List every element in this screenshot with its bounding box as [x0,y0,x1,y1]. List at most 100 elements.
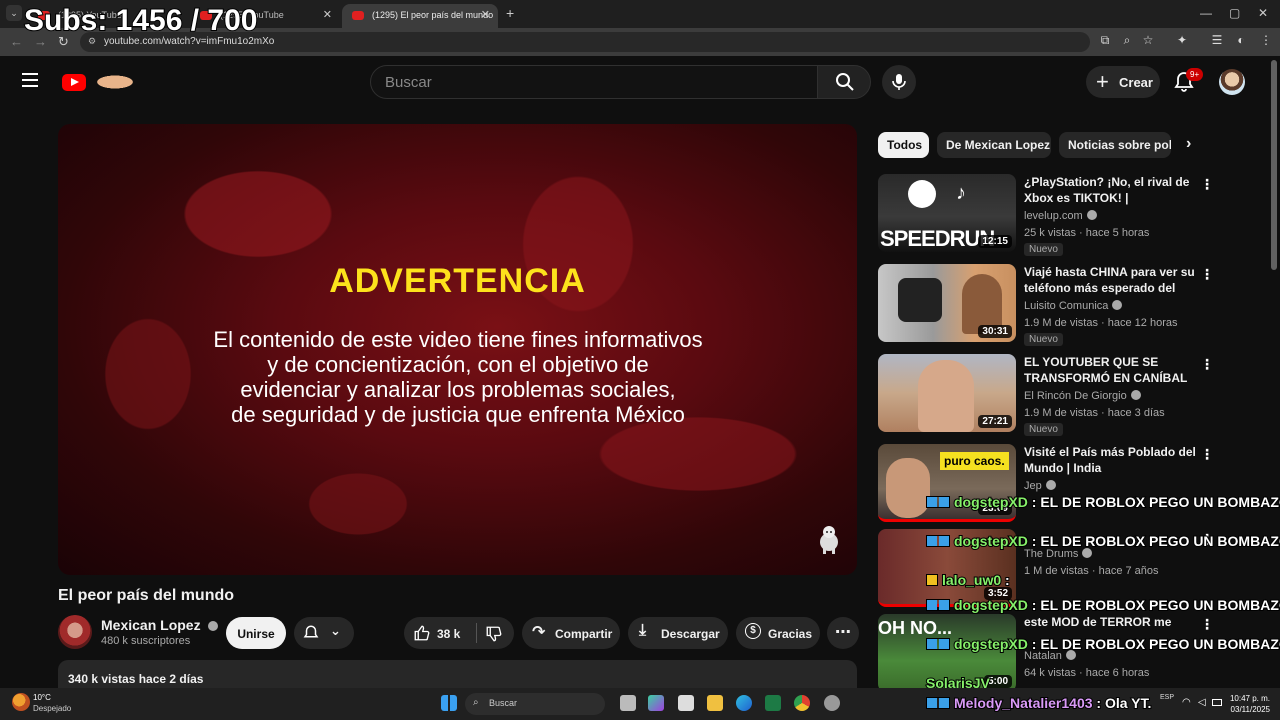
like-button[interactable]: 38 k [404,617,474,649]
chips-next-chevron-icon[interactable]: › [1186,135,1191,153]
video-title[interactable]: Viajé hasta CHINA para ver su teléfono m… [1024,264,1196,297]
youtube-logo[interactable] [62,72,140,92]
video-meta: 25 k vistas · hace 5 horas [1024,227,1150,239]
video-thumbnail[interactable]: 30:31 [878,264,1016,342]
chip-todos[interactable]: Todos [878,132,929,158]
verified-icon [1112,300,1123,310]
weather-icon[interactable] [12,693,30,711]
copilot-icon[interactable] [648,695,664,711]
video-menu-icon[interactable]: ⋮ [1200,266,1214,283]
video-title[interactable]: Visité el País más Poblado del Mundo | I… [1024,444,1196,476]
search-button[interactable] [817,65,871,99]
youtube-header: Buscar + Crear 9+ [0,56,1270,108]
wifi-icon[interactable]: ◠ [1182,697,1191,708]
subs-counter-overlay: Subs: 1456 / 700 [23,3,258,38]
cast-icon[interactable]: ⧉ [1097,33,1113,48]
chat-username: dogstepXD [953,635,1029,653]
clock-date: 03/11/2025 [1230,705,1270,714]
back-icon[interactable]: ← [10,34,23,49]
channel-name[interactable]: Luisito Comunica [1024,300,1123,312]
channel-name-text: The Drums [1024,548,1079,560]
store-icon[interactable] [678,695,694,711]
maximize-icon[interactable]: ▢ [1229,6,1240,20]
video-title[interactable]: EL YOUTUBER QUE SE TRANSFORMÓ EN CANÍBAL… [1024,354,1196,387]
microphone-icon [892,74,906,90]
channel-name[interactable]: Mexican Lopez [101,617,219,633]
chat-message: lalo_uw0 : [926,571,1011,589]
chat-username: Melody_Natalier1403 [953,694,1094,712]
search-input[interactable]: Buscar [370,65,818,99]
chip-news[interactable]: Noticias sobre poli [1059,132,1171,158]
dislike-button[interactable] [477,617,514,649]
new-badge: Nuevo [1024,333,1063,346]
input-language[interactable]: ESP [1160,694,1174,701]
chat-text: : EL DE ROBLOX PEGO UN BOMBAZO [1031,635,1280,653]
doodle-logo-icon [90,72,140,92]
subscribe-bell-dropdown[interactable]: ⌄ [294,617,354,649]
video-thumbnail[interactable]: ♪ SPEEDRUN 12:15 [878,174,1016,252]
video-player[interactable]: ADVERTENCIA El contenido de este video t… [58,124,857,575]
tab-active-video[interactable]: (1295) El peor país del mundo ✕ [342,4,498,28]
channel-name[interactable]: Jep [1024,480,1056,492]
taskbar-search[interactable]: ⌕ Buscar [465,693,605,715]
recommendation-card[interactable]: puro caos. 23:09 Visité el País más Pobl… [878,444,1218,526]
video-thumbnail[interactable]: puro caos. 23:09 [878,444,1016,522]
video-menu-icon[interactable]: ⋮ [1200,356,1214,373]
video-menu-icon[interactable]: ⋮ [1200,616,1214,633]
browser-menu-icon[interactable]: ⋮ [1258,33,1274,47]
warning-line: evidenciar y analizar los problemas soci… [240,377,676,402]
file-explorer-icon[interactable] [707,695,723,711]
page-scrollbar[interactable] [1271,60,1277,270]
thanks-button[interactable]: $ Gracias [736,617,820,649]
video-meta: 64 k vistas · hace 6 horas [1024,667,1150,679]
channel-avatar[interactable] [58,615,92,649]
new-tab-button[interactable]: + [506,5,514,21]
extensions-icon[interactable]: ✦ [1174,33,1190,47]
video-title[interactable]: ¿PlayStation? ¡No, el rival de Xbox es T… [1024,174,1196,207]
chip-channel[interactable]: De Mexican Lopez [937,132,1051,158]
volume-icon[interactable]: ◁ [1198,697,1206,708]
video-menu-icon[interactable]: ⋮ [1200,446,1214,463]
account-avatar[interactable] [1219,69,1245,95]
recommendation-card[interactable]: ♪ SPEEDRUN 12:15 ¿PlayStation? ¡No, el r… [878,174,1218,256]
excel-icon[interactable] [765,695,781,711]
close-window-icon[interactable]: ✕ [1258,6,1268,20]
recommendation-card[interactable]: 30:31 Viajé hasta CHINA para ver su telé… [878,264,1218,346]
video-meta: 1.9 M de vistas · hace 12 horas [1024,317,1178,329]
chrome-icon[interactable] [794,695,810,711]
tiktok-logo-icon: ♪ [956,182,966,204]
join-button[interactable]: Unirse [226,617,286,649]
download-button[interactable]: ⤓ Descargar [628,617,728,649]
system-clock[interactable]: 10:47 p. m. 03/11/2025 [1226,693,1270,715]
video-title[interactable]: este MOD de TERROR me [1024,614,1196,630]
tab-search-button[interactable]: ⌄ [6,5,22,21]
hamburger-menu-icon[interactable] [22,73,38,87]
channel-name[interactable]: The Drums [1024,548,1093,560]
chat-badge-icon [926,496,950,508]
zoom-icon[interactable]: ⌕ [1119,33,1135,48]
windows-start-icon[interactable] [441,695,457,711]
channel-name[interactable]: El Rincón De Giorgio [1024,390,1141,402]
weather-temperature: 10°C [33,693,51,702]
channel-name[interactable]: levelup.com [1024,210,1097,222]
edge-icon[interactable] [736,695,752,711]
reading-list-icon[interactable]: ☰ [1209,33,1225,47]
close-tab-icon[interactable]: ✕ [481,8,490,21]
close-tab-icon[interactable]: ✕ [323,8,332,21]
battery-icon[interactable] [1212,699,1222,706]
minimize-icon[interactable]: — [1200,6,1212,20]
profile-icon[interactable]: ◐ [1233,33,1249,47]
app-icon[interactable] [824,695,840,711]
share-button[interactable]: ↷ Compartir [522,617,620,649]
notifications-badge: 9+ [1186,68,1204,81]
bookmark-star-icon[interactable]: ☆ [1140,33,1156,47]
thanks-label: Gracias [768,627,813,641]
video-menu-icon[interactable]: ⋮ [1200,176,1214,193]
recommendation-card[interactable]: 27:21 EL YOUTUBER QUE SE TRANSFORMÓ EN C… [878,354,1218,436]
create-button[interactable]: + Crear [1086,66,1160,98]
more-actions-button[interactable]: ⋯ [827,617,859,649]
task-view-icon[interactable] [620,695,636,711]
voice-search-button[interactable] [882,65,916,99]
windows-taskbar: 10°C Despejado ⌕ Buscar Melody_Natalier1… [0,688,1280,720]
video-thumbnail[interactable]: 27:21 [878,354,1016,432]
